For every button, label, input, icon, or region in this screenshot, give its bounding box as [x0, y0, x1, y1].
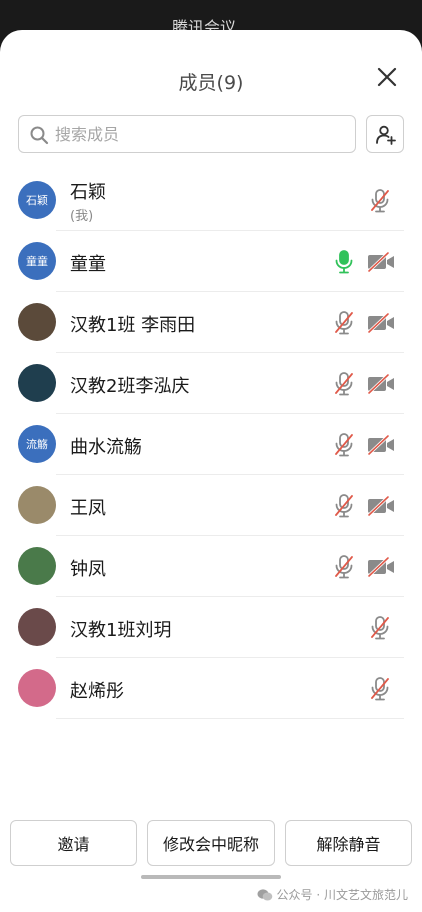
- microphone-muted-icon[interactable]: [369, 676, 391, 702]
- avatar: 童童: [18, 242, 56, 280]
- avatar: [18, 547, 56, 585]
- member-name: 赵烯彤: [70, 681, 124, 702]
- microphone-muted-icon[interactable]: [369, 615, 391, 641]
- member-name: 汉教1班刘玥: [70, 620, 172, 641]
- camera-off-icon[interactable]: [366, 495, 396, 517]
- member-name: 汉教2班李泓庆: [70, 376, 190, 397]
- member-row[interactable]: 流觞 曲水流觞: [0, 414, 422, 475]
- member-name: 石颖: [70, 182, 106, 203]
- member-name: 钟凤: [70, 559, 106, 580]
- microphone-muted-icon[interactable]: [333, 493, 355, 519]
- camera-off-icon[interactable]: [366, 434, 396, 456]
- watermark: 公众号 · 川文艺文旅范儿: [257, 886, 408, 903]
- invite-button[interactable]: 邀请: [10, 820, 137, 866]
- close-button[interactable]: [374, 64, 400, 90]
- member-row[interactable]: 汉教1班刘玥: [0, 597, 422, 658]
- member-name: 王凤: [70, 498, 106, 519]
- member-row[interactable]: 童童 童童: [0, 231, 422, 292]
- member-row[interactable]: 汉教1班 李雨田: [0, 292, 422, 353]
- add-member-button[interactable]: [366, 115, 404, 153]
- camera-off-icon[interactable]: [366, 312, 396, 334]
- rename-button[interactable]: 修改会中昵称: [147, 820, 275, 866]
- member-row[interactable]: 汉教2班李泓庆: [0, 353, 422, 414]
- member-row[interactable]: 赵烯彤: [0, 658, 422, 719]
- avatar: 流觞: [18, 425, 56, 463]
- member-row[interactable]: 王凤: [0, 475, 422, 536]
- microphone-muted-icon[interactable]: [333, 371, 355, 397]
- camera-off-icon[interactable]: [366, 556, 396, 578]
- microphone-muted-icon[interactable]: [333, 310, 355, 336]
- divider: [56, 718, 404, 719]
- avatar: [18, 669, 56, 707]
- microphone-muted-icon[interactable]: [333, 432, 355, 458]
- avatar: [18, 486, 56, 524]
- microphone-muted-icon[interactable]: [369, 188, 391, 214]
- microphone-muted-icon[interactable]: [333, 554, 355, 580]
- member-row[interactable]: 钟凤: [0, 536, 422, 597]
- member-name: 汉教1班 李雨田: [70, 315, 196, 336]
- member-self-tag: (我): [70, 209, 94, 224]
- watermark-text: 公众号 · 川文艺文旅范儿: [276, 888, 408, 902]
- avatar: [18, 608, 56, 646]
- members-panel: 成员(9) 石颖石颖 (我) 童童童童汉教1班 李雨田汉教2班李泓庆流觞曲水流觞王凤…: [0, 30, 422, 912]
- member-row[interactable]: 石颖 石颖 (我): [0, 170, 422, 231]
- avatar: 石颖: [18, 181, 56, 219]
- camera-off-icon[interactable]: [366, 251, 396, 273]
- camera-off-icon[interactable]: [366, 373, 396, 395]
- member-name: 曲水流觞: [70, 437, 142, 458]
- panel-title: 成员(9): [178, 72, 244, 94]
- unmute-all-button[interactable]: 解除静音: [285, 820, 412, 866]
- close-icon: [377, 67, 397, 87]
- avatar: [18, 303, 56, 341]
- wechat-icon: [257, 888, 272, 900]
- search-box[interactable]: [18, 115, 356, 153]
- home-indicator: [141, 875, 281, 879]
- search-icon: [30, 126, 49, 145]
- add-user-icon: [376, 125, 396, 145]
- avatar: [18, 364, 56, 402]
- member-name: 童童: [70, 254, 106, 275]
- search-input[interactable]: [55, 116, 345, 152]
- microphone-icon[interactable]: [333, 249, 355, 275]
- member-list: 石颖 石颖 (我) 童童 童童汉教1班 李雨田 汉教2班李泓庆流觞 曲水流觞王凤钟凤汉教1班…: [0, 170, 422, 719]
